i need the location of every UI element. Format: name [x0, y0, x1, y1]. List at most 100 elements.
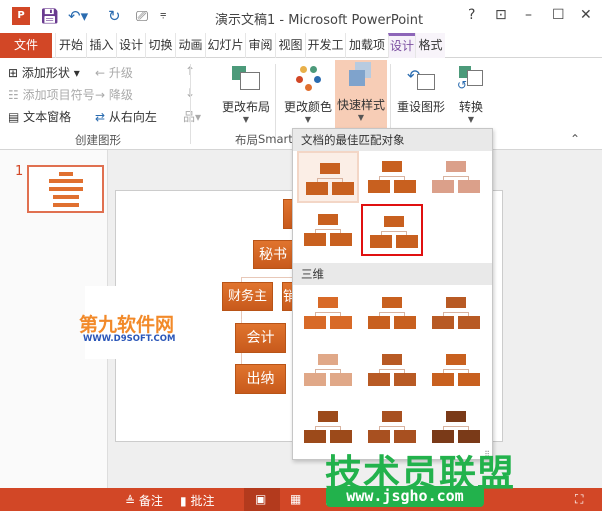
- tab-design[interactable]: 设计: [116, 33, 145, 58]
- gallery-style-option[interactable]: [425, 344, 487, 396]
- notes-button[interactable]: ≜ 备注: [125, 492, 163, 509]
- watermark-d9soft-url: WWW.D9SOFT.COM: [83, 334, 176, 344]
- change-layout-button[interactable]: 更改布局 ▼: [220, 62, 272, 132]
- text-pane-button[interactable]: ▤ 文本窗格: [8, 108, 71, 125]
- dropdown-arrow-icon: ▼: [467, 115, 475, 124]
- tab-slideshow[interactable]: 幻灯片: [205, 33, 245, 58]
- notes-label: 备注: [138, 494, 163, 508]
- maximize-button[interactable]: ☐: [552, 7, 565, 23]
- tab-format[interactable]: 格式: [415, 33, 445, 58]
- notes-icon: ≜: [125, 494, 136, 508]
- promote-label: 升级: [108, 66, 133, 80]
- gallery-style-option[interactable]: [297, 287, 359, 339]
- help-button[interactable]: ?: [468, 7, 475, 23]
- rtl-label: 从右向左: [108, 110, 157, 124]
- redo-icon[interactable]: ↻: [108, 7, 121, 25]
- comment-icon: ▮: [180, 494, 187, 508]
- change-colors-button[interactable]: 更改颜色 ▼: [282, 62, 334, 132]
- gallery-section-best-match: 文档的最佳匹配对象: [293, 129, 492, 151]
- tab-view[interactable]: 视图: [275, 33, 305, 58]
- promote-button[interactable]: ← 升级: [95, 64, 133, 81]
- collapse-ribbon-icon[interactable]: ⌃: [570, 132, 580, 146]
- org-node-secretary[interactable]: 秘书: [253, 240, 293, 269]
- add-shape-icon: ⊞: [8, 66, 19, 80]
- minimize-button[interactable]: –: [525, 7, 532, 23]
- tab-review[interactable]: 审阅: [245, 33, 275, 58]
- tab-animations[interactable]: 动画: [175, 33, 205, 58]
- add-shape-button[interactable]: ⊞ 添加形状 ▾: [8, 64, 80, 81]
- org-node-accountant[interactable]: 会计: [235, 323, 286, 353]
- tab-addins[interactable]: 加载项: [345, 33, 388, 58]
- gallery-section-3d: 三维: [293, 263, 492, 285]
- undo-icon[interactable]: ↶▾: [68, 7, 88, 25]
- tab-developer[interactable]: 开发工: [305, 33, 345, 58]
- title-bar: P 💾︎ ↶▾ ↻ ⎚ ⩦ 演示文稿1 - Microsoft PowerPoi…: [0, 0, 602, 33]
- normal-view-icon[interactable]: ▣: [255, 492, 266, 506]
- layout-org-icon[interactable]: 品▾: [183, 108, 201, 125]
- fit-slide-icon[interactable]: ⛶: [575, 492, 583, 507]
- ribbon-display-icon[interactable]: ⊡: [495, 7, 507, 23]
- gallery-style-option[interactable]: [361, 287, 423, 339]
- org-node-cashier[interactable]: 出纳: [235, 364, 286, 394]
- change-colors-label: 更改颜色: [283, 100, 332, 114]
- arrow-right-icon: →: [95, 88, 106, 102]
- reset-graphic-icon: ↶: [405, 64, 437, 94]
- save-icon[interactable]: 💾︎: [40, 7, 59, 25]
- dropdown-arrow-icon: ▼: [242, 115, 250, 124]
- comments-button[interactable]: ▮ 批注: [180, 492, 214, 509]
- dropdown-arrow-icon: ▼: [304, 115, 312, 124]
- slide-thumbnail[interactable]: [27, 165, 104, 213]
- close-button[interactable]: ✕: [580, 7, 592, 23]
- tab-insert[interactable]: 插入: [86, 33, 116, 58]
- gallery-style-option[interactable]: [361, 151, 423, 203]
- slide-number: 1: [15, 164, 24, 179]
- quick-styles-icon: [345, 62, 377, 92]
- watermark-d9soft: 第九软件网 WWW.D9SOFT.COM: [79, 286, 180, 359]
- group-label-layout: 布局: [235, 133, 258, 147]
- convert-icon: ↺: [455, 64, 487, 94]
- convert-button[interactable]: ↺ 转换 ▼: [445, 62, 497, 132]
- gallery-style-option[interactable]: [361, 344, 423, 396]
- reset-graphic-button[interactable]: ↶ 重设图形: [395, 62, 447, 132]
- right-to-left-button[interactable]: ⇄ 从右向左: [95, 108, 157, 125]
- comments-label: 批注: [190, 494, 215, 508]
- text-pane-icon: ▤: [8, 110, 20, 124]
- customize-qat-icon[interactable]: ⩦: [160, 7, 166, 21]
- gallery-style-option[interactable]: [297, 204, 359, 256]
- powerpoint-logo-icon: P: [12, 7, 30, 25]
- tab-home[interactable]: 开始: [55, 33, 86, 58]
- org-node-finance-manager[interactable]: 财务主管: [222, 282, 273, 332]
- gallery-style-option[interactable]: [425, 151, 487, 203]
- demote-label: 降级: [108, 88, 133, 102]
- arrow-left-icon: ←: [95, 66, 106, 80]
- watermark-jsgho-url: www.jsgho.com: [326, 486, 484, 507]
- text-pane-label: 文本窗格: [23, 110, 72, 124]
- gallery-style-option[interactable]: [425, 287, 487, 339]
- dropdown-arrow-icon: ▼: [357, 113, 365, 122]
- watermark-d9soft-name: 第九软件网: [79, 314, 175, 336]
- present-icon[interactable]: ⎚: [136, 7, 148, 25]
- add-shape-label: 添加形状: [21, 66, 70, 80]
- tab-smartart-design[interactable]: 设计: [388, 33, 415, 58]
- tab-transitions[interactable]: 切换: [145, 33, 175, 58]
- divider: [190, 64, 191, 144]
- gallery-style-option[interactable]: [361, 204, 423, 256]
- add-bullet-label: 添加项目符号: [22, 88, 95, 102]
- slide-sorter-icon[interactable]: ▦: [290, 492, 301, 506]
- demote-button[interactable]: → 降级: [95, 86, 133, 103]
- swap-icon: ⇄: [95, 110, 106, 124]
- reset-graphic-label: 重设图形: [396, 100, 445, 114]
- quick-styles-label: 快速样式: [336, 98, 385, 112]
- ribbon-tabs: 文件 开始 插入 设计 切换 动画 幻灯片 审阅 视图 开发工 加载项 设计 格…: [0, 33, 602, 58]
- add-bullet-button[interactable]: ☷ 添加项目符号: [8, 86, 95, 103]
- bullet-list-icon: ☷: [8, 88, 19, 102]
- window-title: 演示文稿1 - Microsoft PowerPoint: [215, 13, 424, 28]
- quick-styles-gallery: 文档的最佳匹配对象 三维 ⠿: [292, 128, 493, 460]
- convert-label: 转换: [458, 100, 483, 114]
- color-dots-icon: [292, 64, 324, 94]
- tab-file[interactable]: 文件: [0, 33, 52, 58]
- gallery-style-option[interactable]: [297, 344, 359, 396]
- gallery-style-option[interactable]: [297, 151, 359, 203]
- quick-styles-button[interactable]: 快速样式 ▼: [335, 60, 387, 132]
- change-layout-label: 更改布局: [221, 100, 270, 114]
